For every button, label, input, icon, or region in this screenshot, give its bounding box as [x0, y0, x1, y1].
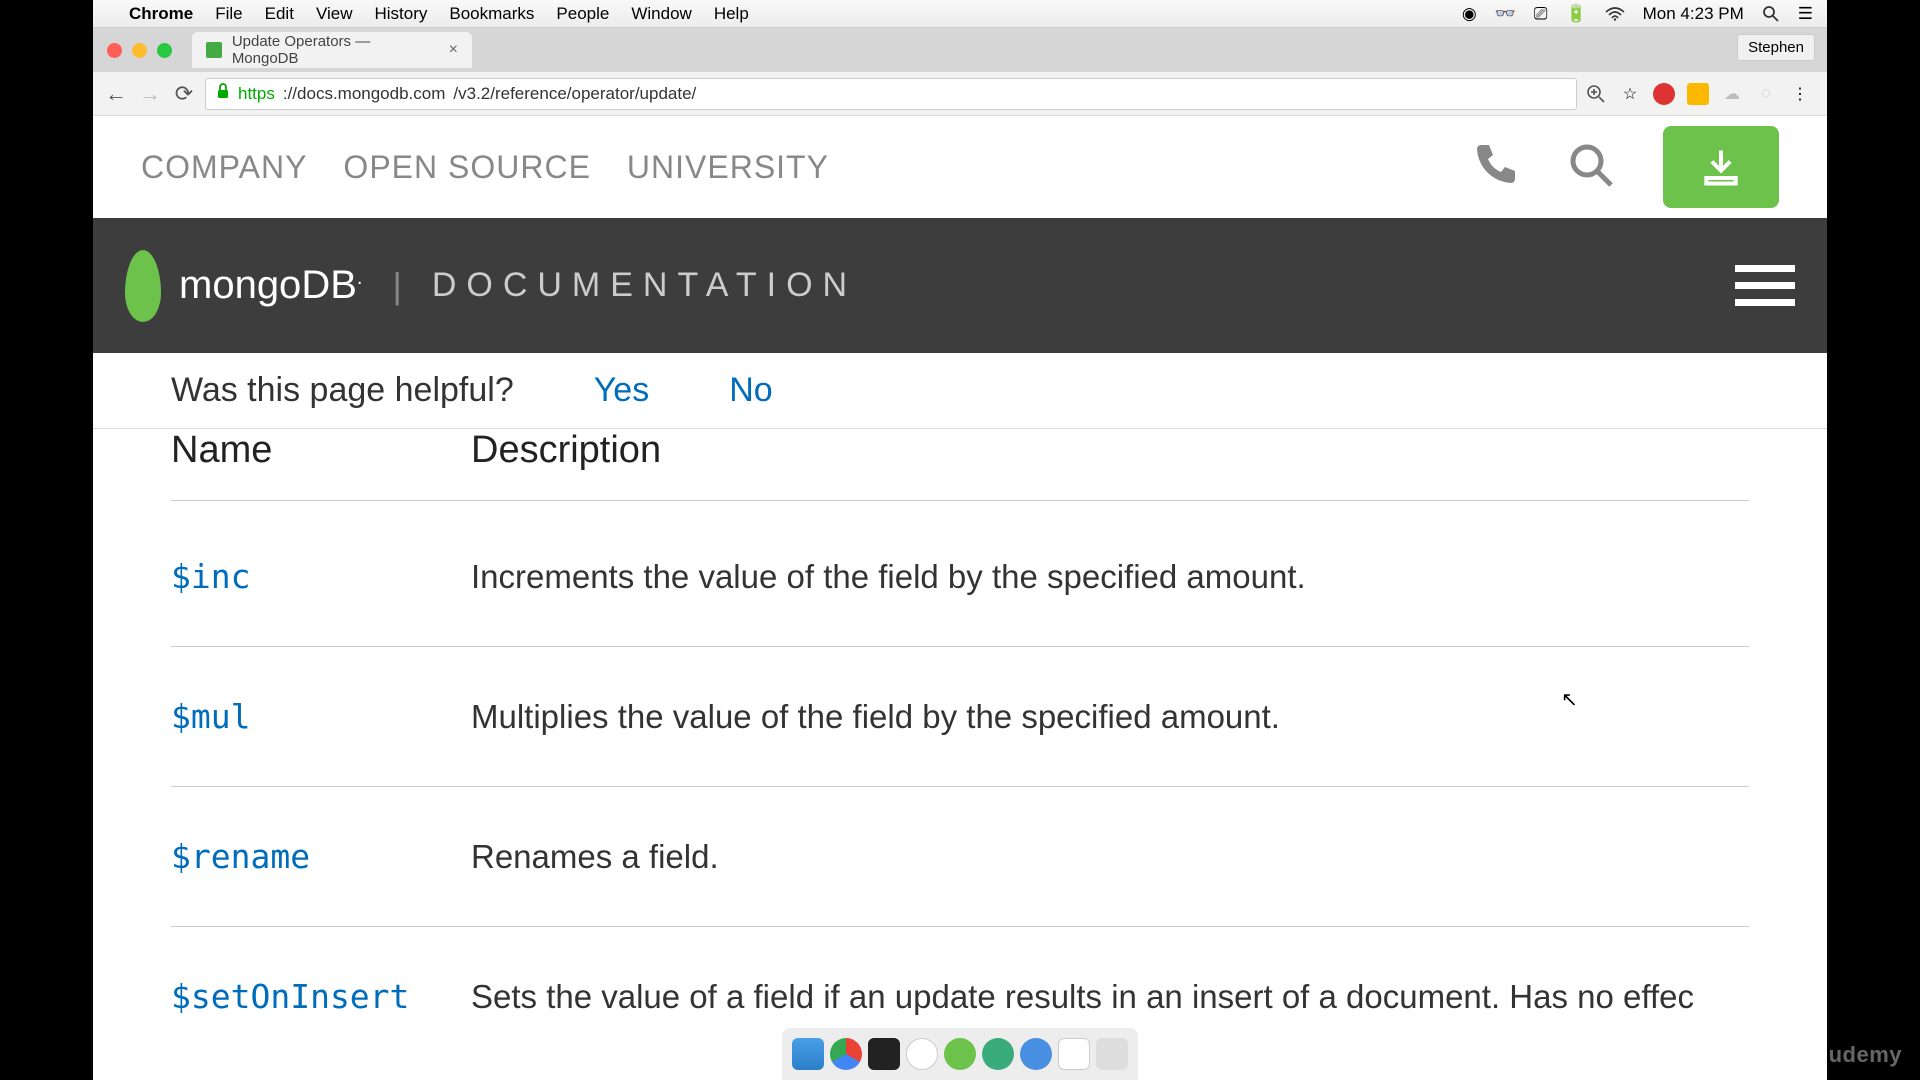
lock-icon	[216, 83, 230, 104]
topnav-opensource[interactable]: OPEN SOURCE	[343, 149, 590, 186]
feedback-no-link[interactable]: No	[729, 371, 772, 410]
search-icon[interactable]	[1567, 141, 1615, 194]
menubar-file[interactable]: File	[215, 4, 242, 24]
dock-app-icon[interactable]	[944, 1038, 976, 1070]
table-row: $mul Multiplies the value of the field b…	[171, 647, 1749, 787]
spotlight-icon[interactable]	[1762, 5, 1780, 23]
separator: |	[392, 265, 401, 307]
macos-dock	[782, 1028, 1138, 1080]
minimize-window-button[interactable]	[132, 43, 147, 58]
forward-button: →	[137, 81, 163, 107]
dock-finder-icon[interactable]	[792, 1038, 824, 1070]
dock-trash-icon[interactable]	[1096, 1038, 1128, 1070]
dock-terminal-icon[interactable]	[868, 1038, 900, 1070]
address-bar[interactable]: https ://docs.mongodb.com/v3.2/reference/…	[205, 78, 1577, 110]
menu-extras-icon[interactable]: ☰	[1798, 4, 1813, 24]
menubar-help[interactable]: Help	[714, 4, 749, 24]
operator-link-rename[interactable]: $rename	[171, 837, 471, 876]
operator-description: Increments the value of the field by the…	[471, 558, 1749, 596]
feedback-bar: Was this page helpful? Yes No	[93, 353, 1827, 429]
operators-table: Name Description $inc Increments the val…	[93, 429, 1827, 1066]
url-path: /v3.2/reference/operator/update/	[453, 84, 696, 104]
page-content: COMPANY OPEN SOURCE UNIVERSITY	[93, 116, 1827, 1080]
documentation-label[interactable]: DOCUMENTATION	[432, 266, 857, 305]
operator-description: Renames a field.	[471, 838, 1749, 876]
battery-icon[interactable]: 🔋	[1565, 4, 1586, 24]
menubar-view[interactable]: View	[316, 4, 353, 24]
extension-icon-4[interactable]: ◌	[1755, 83, 1777, 105]
reload-button[interactable]: ⟳	[171, 81, 197, 107]
url-host: ://docs.mongodb.com	[283, 84, 446, 104]
dock-messages-icon[interactable]	[906, 1038, 938, 1070]
leaf-icon	[125, 250, 161, 322]
chrome-tab-strip: Update Operators — MongoDB × Stephen	[93, 28, 1827, 72]
extension-icon-2[interactable]	[1687, 83, 1709, 105]
dock-quicktime-icon[interactable]	[1020, 1038, 1052, 1070]
site-topnav: COMPANY OPEN SOURCE UNIVERSITY	[93, 116, 1827, 218]
window-controls	[103, 43, 182, 58]
extension-icon-3[interactable]: ☁	[1721, 83, 1743, 105]
zoom-icon[interactable]	[1585, 83, 1607, 105]
dock-chrome-icon[interactable]	[830, 1038, 862, 1070]
record-icon[interactable]: ◉	[1462, 4, 1477, 24]
menubar-clock[interactable]: Mon 4:23 PM	[1643, 4, 1744, 24]
maximize-window-button[interactable]	[157, 43, 172, 58]
menubar-people[interactable]: People	[556, 4, 609, 24]
logo-text: mongoDB.	[179, 263, 362, 308]
menubar-edit[interactable]: Edit	[265, 4, 294, 24]
tab-close-icon[interactable]: ×	[449, 41, 458, 59]
menubar-bookmarks[interactable]: Bookmarks	[449, 4, 534, 24]
extension-icon-1[interactable]	[1653, 83, 1675, 105]
address-bar-row: ← → ⟳ https ://docs.mongodb.com/v3.2/refe…	[93, 72, 1827, 116]
table-row: $rename Renames a field.	[171, 787, 1749, 927]
menubar-window[interactable]: Window	[631, 4, 691, 24]
operator-description: Multiplies the value of the field by the…	[471, 698, 1749, 736]
operator-link-setoninsert[interactable]: $setOnInsert	[171, 977, 471, 1016]
airplay-icon[interactable]: ⎚	[1534, 4, 1548, 24]
chrome-profile-button[interactable]: Stephen	[1737, 34, 1815, 61]
operator-link-inc[interactable]: $inc	[171, 557, 471, 596]
column-header-name: Name	[171, 429, 471, 472]
topnav-university[interactable]: UNIVERSITY	[627, 149, 829, 186]
operator-description: Sets the value of a field if an update r…	[471, 978, 1749, 1016]
doc-header: mongoDB. | DOCUMENTATION	[93, 218, 1827, 353]
glasses-icon[interactable]: 👓	[1495, 4, 1516, 24]
bookmark-star-icon[interactable]: ☆	[1619, 83, 1641, 105]
hamburger-menu-icon[interactable]	[1735, 265, 1795, 306]
dock-app-icon[interactable]	[982, 1038, 1014, 1070]
browser-tab[interactable]: Update Operators — MongoDB ×	[192, 32, 472, 68]
back-button[interactable]: ←	[103, 81, 129, 107]
operator-link-mul[interactable]: $mul	[171, 697, 471, 736]
menubar-app[interactable]: Chrome	[129, 4, 193, 24]
macos-menubar: Chrome File Edit View History Bookmarks …	[93, 0, 1827, 28]
watermark: udemy	[1829, 1042, 1902, 1068]
url-scheme: https	[238, 84, 275, 104]
tab-favicon-icon	[206, 42, 222, 58]
chrome-menu-icon[interactable]: ⋮	[1789, 83, 1811, 105]
column-header-description: Description	[471, 429, 661, 472]
feedback-yes-link[interactable]: Yes	[594, 371, 649, 410]
wifi-icon[interactable]	[1605, 7, 1625, 21]
dock-file-icon[interactable]	[1058, 1038, 1090, 1070]
tab-title: Update Operators — MongoDB	[232, 33, 439, 67]
mongodb-logo[interactable]: mongoDB.	[125, 250, 362, 322]
download-button[interactable]	[1663, 126, 1779, 208]
menubar-history[interactable]: History	[374, 4, 427, 24]
table-header-row: Name Description	[171, 423, 1749, 501]
phone-icon[interactable]	[1471, 141, 1519, 194]
feedback-question: Was this page helpful?	[171, 371, 514, 410]
close-window-button[interactable]	[107, 43, 122, 58]
table-row: $inc Increments the value of the field b…	[171, 507, 1749, 647]
topnav-company[interactable]: COMPANY	[141, 149, 307, 186]
